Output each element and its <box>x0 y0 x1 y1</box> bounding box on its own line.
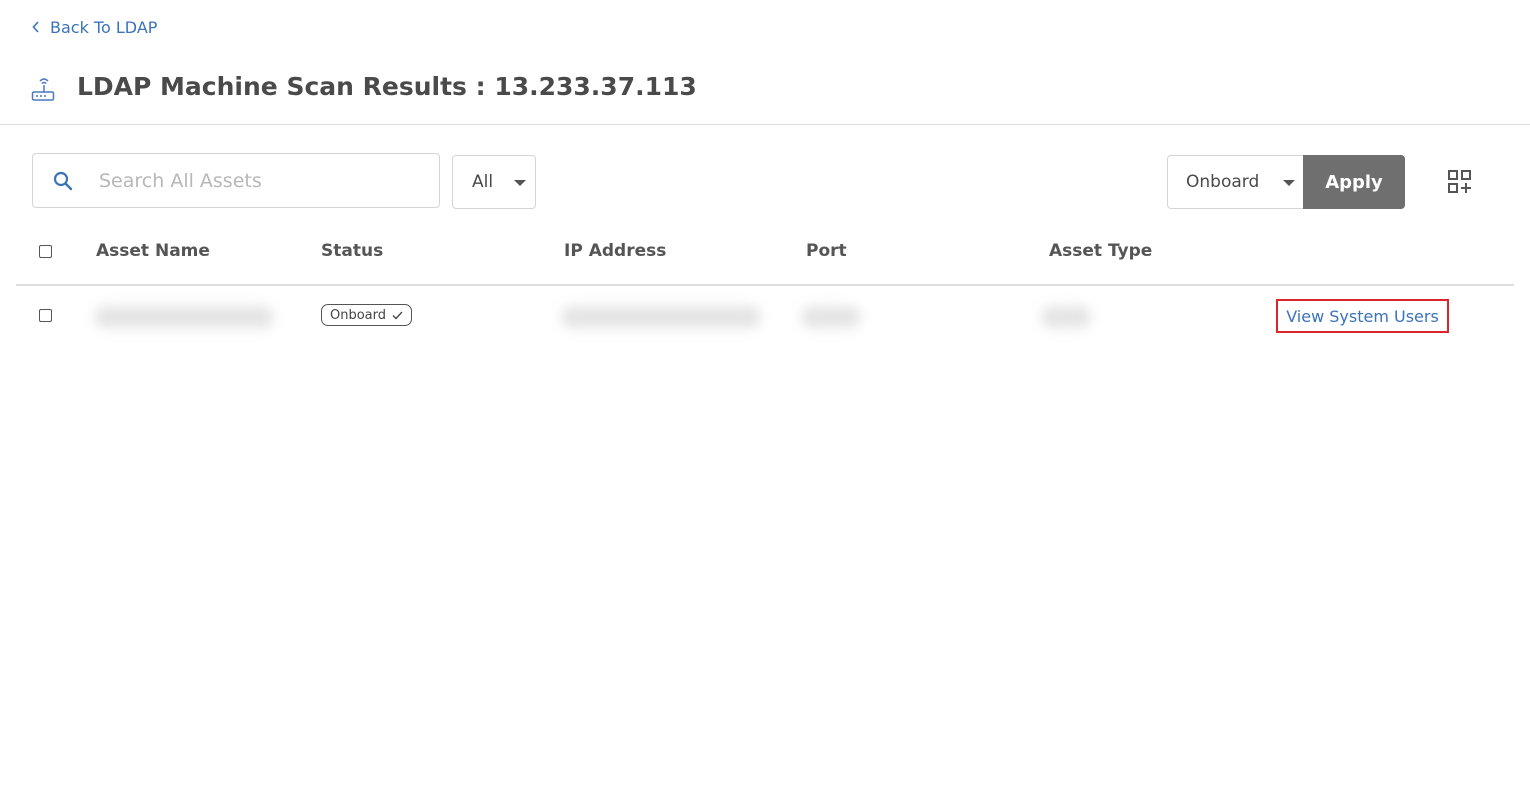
back-to-ldap-link[interactable]: Back To LDAP <box>32 16 157 38</box>
column-header-asset-type[interactable]: Asset Type <box>1049 241 1152 261</box>
page-title: LDAP Machine Scan Results : 13.233.37.11… <box>77 72 697 101</box>
bulk-action-select[interactable]: Onboard <box>1167 155 1304 209</box>
table-row: Onboard View System Users <box>16 286 1514 348</box>
search-box[interactable] <box>32 153 440 208</box>
asset-type-redacted <box>1041 306 1091 328</box>
network-device-icon <box>31 76 55 102</box>
asset-name-redacted <box>94 306 274 328</box>
row-checkbox[interactable] <box>39 309 52 322</box>
assets-table: Asset Name Status IP Address Port Asset … <box>16 226 1514 348</box>
page-header: LDAP Machine Scan Results : 13.233.37.11… <box>0 60 1530 125</box>
status-badge-label: Onboard <box>330 307 387 323</box>
caret-down-icon <box>514 180 526 186</box>
asset-filter-select[interactable]: All <box>452 155 536 209</box>
search-input[interactable] <box>97 164 421 197</box>
check-icon <box>392 311 403 319</box>
bulk-action-selected-value: Onboard <box>1186 172 1260 192</box>
column-header-status[interactable]: Status <box>321 241 383 261</box>
select-all-checkbox[interactable] <box>39 245 52 258</box>
back-link-label: Back To LDAP <box>50 17 158 37</box>
column-header-ip-address[interactable]: IP Address <box>564 241 666 261</box>
apply-button[interactable]: Apply <box>1303 155 1405 209</box>
caret-down-icon <box>1283 180 1295 186</box>
ip-address-redacted <box>561 306 761 328</box>
column-header-port[interactable]: Port <box>806 241 847 261</box>
filter-selected-value: All <box>472 172 494 192</box>
column-header-asset-name[interactable]: Asset Name <box>96 241 210 261</box>
table-header: Asset Name Status IP Address Port Asset … <box>16 226 1514 286</box>
view-system-users-link[interactable]: View System Users <box>1276 299 1449 333</box>
add-widget-grid-icon[interactable] <box>1447 169 1473 195</box>
status-badge: Onboard <box>321 304 413 326</box>
search-icon <box>51 169 75 193</box>
chevron-left-icon <box>32 20 42 34</box>
port-redacted <box>801 306 861 328</box>
